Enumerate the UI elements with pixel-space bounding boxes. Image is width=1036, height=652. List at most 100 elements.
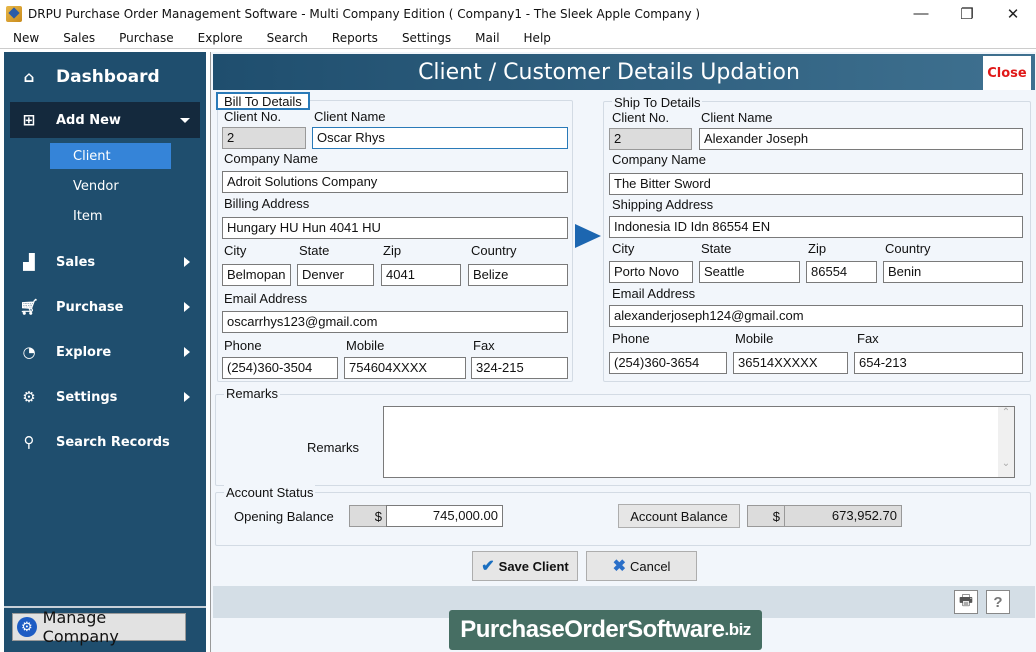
bill-address-field[interactable]: Hungary HU Hun 4041 HU <box>222 217 568 239</box>
cart-icon: 🛒︎ <box>19 298 39 316</box>
form-header: Client / Customer Details Updation Close <box>213 54 1035 90</box>
sidebar-item-item[interactable]: Item <box>50 203 171 229</box>
ship-phone-label: Phone <box>612 331 650 346</box>
sidebar-item-purchase[interactable]: 🛒︎ Purchase <box>4 295 206 319</box>
sidebar-add-new[interactable]: ⊞ Add New <box>10 102 200 138</box>
sidebar-item-sales[interactable]: ▟ Sales <box>4 250 206 274</box>
ship-fax-label: Fax <box>857 331 879 346</box>
balance-currency: $ <box>747 505 785 527</box>
bill-company-field[interactable]: Adroit Solutions Company <box>222 171 568 193</box>
menu-explore[interactable]: Explore <box>195 31 246 45</box>
opening-balance-field[interactable]: 745,000.00 <box>386 505 503 527</box>
close-button[interactable]: Close <box>983 56 1031 90</box>
sidebar-item-search-records[interactable]: ⚲ Search Records <box>4 430 206 454</box>
opening-currency: $ <box>349 505 387 527</box>
bill-client-no-label: Client No. <box>224 109 282 124</box>
bill-city-label: City <box>224 243 247 258</box>
ship-address-field[interactable]: Indonesia ID Idn 86554 EN <box>609 216 1023 238</box>
save-client-button[interactable]: ✔ Save Client <box>472 551 578 581</box>
ship-client-name-label: Client Name <box>701 110 773 125</box>
copy-arrow-icon[interactable] <box>575 224 601 248</box>
bill-phone-label: Phone <box>224 338 262 353</box>
bill-client-no-field: 2 <box>222 127 306 149</box>
pie-chart-icon: ◔ <box>22 343 36 361</box>
ship-company-label: Company Name <box>612 152 706 167</box>
menu-reports[interactable]: Reports <box>329 31 381 45</box>
page-title: Client / Customer Details Updation <box>418 59 800 85</box>
help-icon[interactable]: ? <box>986 590 1010 614</box>
remarks-scrollbar[interactable]: ⌃ ⌄ <box>998 407 1014 477</box>
account-balance-button[interactable]: Account Balance <box>618 504 740 528</box>
bill-address-label: Billing Address <box>224 196 310 211</box>
ship-client-no-field: 2 <box>609 128 692 150</box>
bill-client-name-label: Client Name <box>314 109 386 124</box>
sidebar-dashboard[interactable]: ⌂ Dashboard <box>4 64 206 90</box>
remarks-textarea[interactable] <box>383 406 1015 478</box>
print-icon[interactable]: 🖶 <box>954 590 978 614</box>
ship-city-field[interactable]: Porto Novo <box>609 261 693 283</box>
chevron-right-icon <box>184 347 190 357</box>
menu-mail[interactable]: Mail <box>472 31 502 45</box>
manage-company-label: Manage Company <box>42 608 119 646</box>
menu-settings[interactable]: Settings <box>399 31 454 45</box>
bill-zip-field[interactable]: 4041 <box>381 264 461 286</box>
window-close-button[interactable]: ✕ <box>990 0 1036 27</box>
restore-button[interactable]: ❐ <box>944 0 990 27</box>
checkmark-icon: ✔ <box>481 558 495 575</box>
bill-email-field[interactable]: oscarrhys123@gmail.com <box>222 311 568 333</box>
bill-fax-field[interactable]: 324-215 <box>471 357 568 379</box>
sidebar-item-settings[interactable]: ⚙ Settings <box>4 385 206 409</box>
brand-banner: PurchaseOrderSoftware .biz <box>449 610 762 650</box>
window-title: DRPU Purchase Order Management Software … <box>28 6 701 21</box>
sidebar-item-vendor[interactable]: Vendor <box>50 173 171 199</box>
menu-sales[interactable]: Sales <box>60 31 98 45</box>
bill-mobile-field[interactable]: 754604XXXX <box>344 357 466 379</box>
menu-search[interactable]: Search <box>264 31 311 45</box>
title-bar: DRPU Purchase Order Management Software … <box>0 0 1036 27</box>
bill-phone-field[interactable]: (254)360-3504 <box>222 357 338 379</box>
cancel-button[interactable]: ✖ Cancel <box>586 551 697 581</box>
scroll-up-icon[interactable]: ⌃ <box>998 407 1014 418</box>
ship-fax-field[interactable]: 654-213 <box>854 352 1023 374</box>
chevron-down-icon <box>180 118 190 123</box>
menu-purchase[interactable]: Purchase <box>116 31 177 45</box>
bill-mobile-label: Mobile <box>346 338 385 353</box>
save-client-label: Save Client <box>498 558 569 574</box>
sidebar-item-client[interactable]: Client <box>50 143 171 169</box>
ship-client-no-label: Client No. <box>612 110 670 125</box>
account-status-legend: Account Status <box>224 485 316 500</box>
sidebar-purchase-label: Purchase <box>56 299 124 315</box>
ship-phone-field[interactable]: (254)360-3654 <box>609 352 727 374</box>
bill-client-name-field[interactable]: Oscar Rhys <box>312 127 568 149</box>
ship-to-legend: Ship To Details <box>612 95 703 110</box>
sidebar-dashboard-label: Dashboard <box>56 67 160 87</box>
sidebar-item-explore[interactable]: ◔ Explore <box>4 340 206 364</box>
ship-city-label: City <box>612 241 635 256</box>
app-icon <box>6 5 22 22</box>
ship-company-field[interactable]: The Bitter Sword <box>609 173 1023 195</box>
ship-zip-field[interactable]: 86554 <box>806 261 877 283</box>
main-panel: Client / Customer Details Updation Close… <box>210 52 1036 652</box>
chart-icon: ▟ <box>23 253 35 271</box>
sidebar: ⌂ Dashboard ⊞ Add New Client Vendor Item… <box>4 52 206 652</box>
bill-city-field[interactable]: Belmopan <box>222 264 291 286</box>
ship-client-name-field[interactable]: Alexander Joseph <box>699 128 1023 150</box>
bill-company-label: Company Name <box>224 151 318 166</box>
scroll-down-icon[interactable]: ⌄ <box>998 458 1014 469</box>
add-document-icon: ⊞ <box>22 111 36 129</box>
menu-help[interactable]: Help <box>521 31 554 45</box>
menu-new[interactable]: New <box>10 31 42 45</box>
bill-country-field[interactable]: Belize <box>468 264 568 286</box>
ship-mobile-field[interactable]: 36514XXXXX <box>733 352 848 374</box>
ship-country-field[interactable]: Benin <box>883 261 1023 283</box>
menu-bar: New Sales Purchase Explore Search Report… <box>0 27 1036 49</box>
bill-state-field[interactable]: Denver <box>297 264 374 286</box>
chevron-right-icon <box>184 302 190 312</box>
sidebar-sales-label: Sales <box>56 254 96 270</box>
ship-state-field[interactable]: Seattle <box>699 261 800 283</box>
manage-company-button[interactable]: ⚙ Manage Company <box>12 608 186 646</box>
ship-email-field[interactable]: alexanderjoseph124@gmail.com <box>609 305 1023 327</box>
ship-address-label: Shipping Address <box>612 197 714 212</box>
minimize-button[interactable]: — <box>898 0 944 27</box>
cancel-x-icon: ✖ <box>612 558 626 575</box>
